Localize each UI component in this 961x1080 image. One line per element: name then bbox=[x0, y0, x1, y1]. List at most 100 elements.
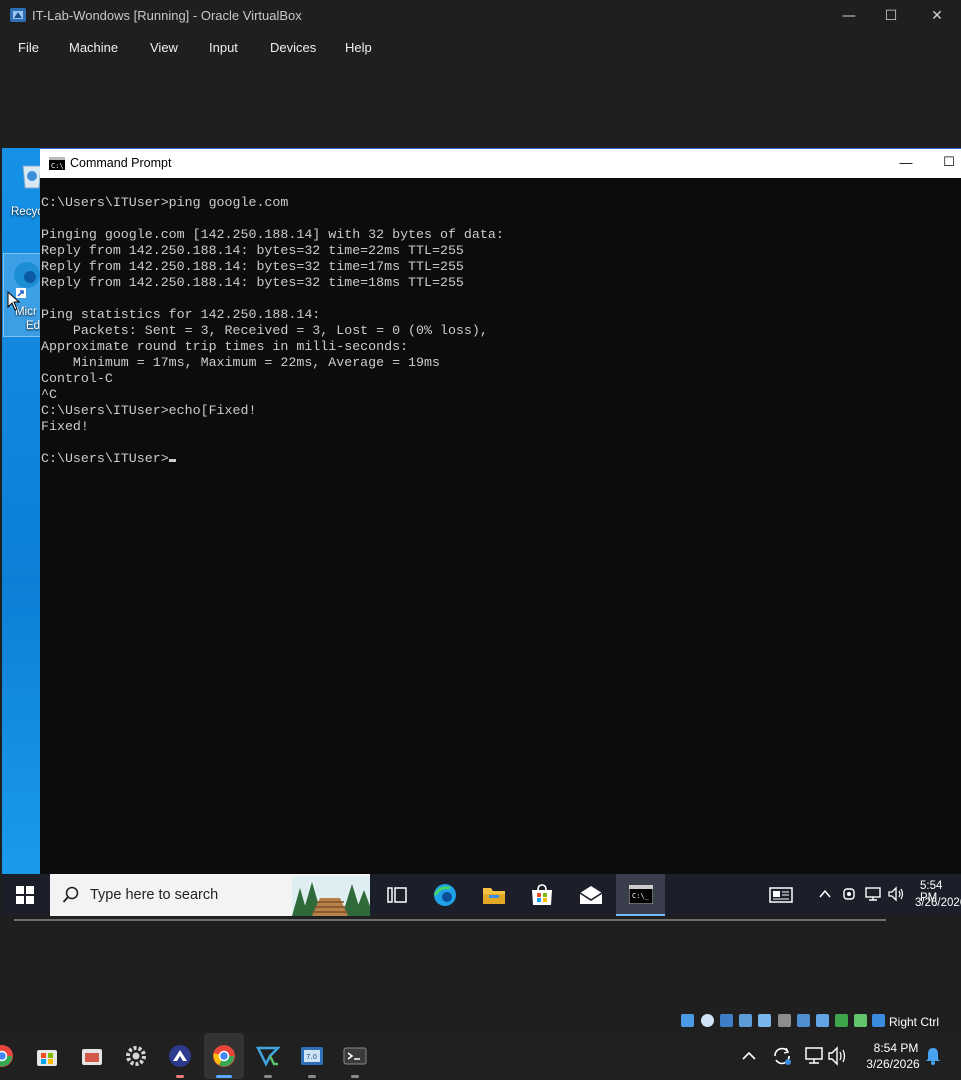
host-key-label[interactable]: Right Ctrl bbox=[889, 1015, 939, 1029]
notification-bell-icon[interactable] bbox=[925, 1047, 941, 1065]
mouse-integration-icon[interactable] bbox=[872, 1014, 885, 1027]
windows-start-icon[interactable] bbox=[16, 886, 34, 904]
running-indicator bbox=[308, 1075, 316, 1078]
console-line: Reply from 142.250.188.14: bytes=32 time… bbox=[41, 243, 464, 258]
display-icon[interactable] bbox=[797, 1014, 810, 1027]
usb-icon[interactable] bbox=[758, 1014, 771, 1027]
mail-icon[interactable] bbox=[578, 883, 604, 907]
host-clock-time[interactable]: 8:54 PM bbox=[870, 1041, 922, 1055]
host-taskbar: 7.0 8:54 PM 3/26/2026 bbox=[0, 1032, 961, 1080]
virtualbox-taskbar-icon[interactable]: 7.0 bbox=[300, 1044, 324, 1068]
news-widget-icon[interactable] bbox=[768, 883, 794, 907]
chevron-up-icon[interactable] bbox=[818, 887, 832, 901]
network-icon[interactable] bbox=[803, 1045, 825, 1067]
cmd-window-title: Command Prompt bbox=[70, 156, 172, 170]
volume-icon[interactable] bbox=[887, 886, 905, 902]
network-icon[interactable] bbox=[864, 886, 882, 902]
running-indicator bbox=[264, 1075, 272, 1078]
edge-taskbar-icon[interactable] bbox=[432, 883, 458, 907]
guest-clock-date[interactable]: 3/26/2026 bbox=[915, 897, 961, 909]
sync-icon[interactable] bbox=[771, 1045, 793, 1067]
console-line: Ping statistics for 142.250.188.14: bbox=[41, 307, 321, 322]
taskbar-search-box[interactable]: Type here to search bbox=[50, 874, 370, 916]
host-clock-date[interactable]: 3/26/2026 bbox=[862, 1057, 924, 1071]
network-adapter-icon[interactable] bbox=[739, 1014, 752, 1027]
virtualbox-icon bbox=[10, 8, 26, 22]
running-indicator bbox=[176, 1075, 184, 1078]
console-line: ^C bbox=[41, 387, 57, 402]
vbox-title-bar: IT-Lab-Wondows [Running] - Oracle Virtua… bbox=[0, 0, 961, 32]
search-highlight-image bbox=[292, 876, 370, 916]
vm-display-top bbox=[2, 62, 959, 148]
chrome-icon bbox=[213, 1045, 235, 1067]
chevron-up-icon[interactable] bbox=[741, 1048, 757, 1064]
menu-machine[interactable]: Machine bbox=[69, 40, 118, 55]
mouse-cursor-icon bbox=[7, 291, 21, 311]
menu-devices[interactable]: Devices bbox=[270, 40, 316, 55]
console-line: Packets: Sent = 3, Received = 3, Lost = … bbox=[41, 323, 488, 338]
audio-icon[interactable] bbox=[720, 1014, 733, 1027]
console-line: Reply from 142.250.188.14: bytes=32 time… bbox=[41, 275, 464, 290]
menu-view[interactable]: View bbox=[150, 40, 178, 55]
svg-text:C:\: C:\ bbox=[51, 162, 64, 170]
guest-additions-icon[interactable] bbox=[854, 1014, 867, 1027]
chrome-icon-partial[interactable] bbox=[0, 1044, 14, 1068]
edge-icon bbox=[14, 262, 40, 288]
folder-icon[interactable] bbox=[80, 1044, 104, 1068]
command-prompt-window[interactable]: C:\ Command Prompt — ☐ C:\Users\ITUser>p… bbox=[40, 148, 961, 875]
console-line: Reply from 142.250.188.14: bytes=32 time… bbox=[41, 259, 464, 274]
console-line: Approximate round trip times in milli-se… bbox=[41, 339, 409, 354]
console-line: C:\Users\ITUser>echo[Fixed! bbox=[41, 403, 257, 418]
vbox-menu-bar: File Machine View Input Devices Help bbox=[0, 32, 961, 62]
terminal-icon[interactable] bbox=[343, 1044, 367, 1068]
store-icon[interactable] bbox=[35, 1044, 59, 1068]
cmd-title-bar[interactable]: C:\ Command Prompt — ☐ bbox=[40, 149, 961, 178]
microsoft-store-icon[interactable] bbox=[529, 883, 555, 907]
chrome-active-button[interactable] bbox=[204, 1033, 244, 1079]
optical-drive-icon[interactable] bbox=[701, 1014, 714, 1027]
console-line: Minimum = 17ms, Maximum = 22ms, Average … bbox=[41, 355, 440, 370]
console-line: Control-C bbox=[41, 371, 113, 386]
search-placeholder: Type here to search bbox=[90, 887, 219, 903]
console-line: Fixed! bbox=[41, 419, 89, 434]
edge-label-line2: Ed bbox=[26, 320, 40, 332]
svg-text:C:\_: C:\_ bbox=[632, 892, 650, 900]
vscode-like-icon[interactable] bbox=[256, 1044, 280, 1068]
guest-desktop[interactable]: Recyc Micr Ed bbox=[2, 148, 40, 874]
menu-file[interactable]: File bbox=[18, 40, 39, 55]
recycle-bin-label: Recyc bbox=[11, 206, 40, 218]
meet-now-icon[interactable] bbox=[841, 886, 857, 902]
vbox-window-title: IT-Lab-Wondows [Running] - Oracle Virtua… bbox=[32, 8, 302, 23]
guest-taskbar: Type here to search C:\_ 5:54 PM 3/26/20… bbox=[2, 874, 961, 916]
horizontal-scrollbar[interactable] bbox=[14, 919, 886, 921]
settings-gear-icon[interactable] bbox=[124, 1044, 148, 1068]
cmd-maximize-button[interactable]: ☐ bbox=[936, 149, 961, 178]
volume-icon[interactable] bbox=[826, 1045, 848, 1067]
cmd-console-output[interactable]: C:\Users\ITUser>ping google.com Pinging … bbox=[41, 195, 959, 871]
search-icon bbox=[62, 886, 79, 903]
console-line: C:\Users\ITUser>ping google.com bbox=[41, 195, 289, 210]
virtualization-icon[interactable] bbox=[835, 1014, 848, 1027]
console-prompt: C:\Users\ITUser> bbox=[41, 451, 169, 466]
menu-input[interactable]: Input bbox=[209, 40, 238, 55]
console-line: Pinging google.com [142.250.188.14] with… bbox=[41, 227, 504, 242]
running-indicator bbox=[351, 1075, 359, 1078]
text-cursor bbox=[168, 459, 176, 462]
maximize-button[interactable]: ☐ bbox=[868, 0, 914, 32]
menu-help[interactable]: Help bbox=[345, 40, 372, 55]
cmd-taskbar-button[interactable]: C:\_ bbox=[616, 874, 665, 916]
hard-disk-icon[interactable] bbox=[681, 1014, 694, 1027]
vpn-app-icon[interactable] bbox=[168, 1044, 192, 1068]
cmd-taskbar-icon: C:\_ bbox=[629, 885, 653, 904]
video-capture-icon[interactable] bbox=[816, 1014, 829, 1027]
close-button[interactable]: ✕ bbox=[914, 0, 960, 32]
svg-text:7.0: 7.0 bbox=[306, 1053, 317, 1061]
cmd-minimize-button[interactable]: — bbox=[892, 149, 920, 178]
file-explorer-icon[interactable] bbox=[481, 883, 507, 907]
task-view-icon[interactable] bbox=[384, 883, 410, 907]
cmd-icon: C:\ bbox=[49, 157, 65, 170]
recycle-bin-icon[interactable] bbox=[20, 160, 40, 190]
minimize-button[interactable]: — bbox=[826, 0, 872, 32]
vbox-status-bar: Right Ctrl bbox=[680, 1012, 961, 1032]
shared-folders-icon[interactable] bbox=[778, 1014, 791, 1027]
